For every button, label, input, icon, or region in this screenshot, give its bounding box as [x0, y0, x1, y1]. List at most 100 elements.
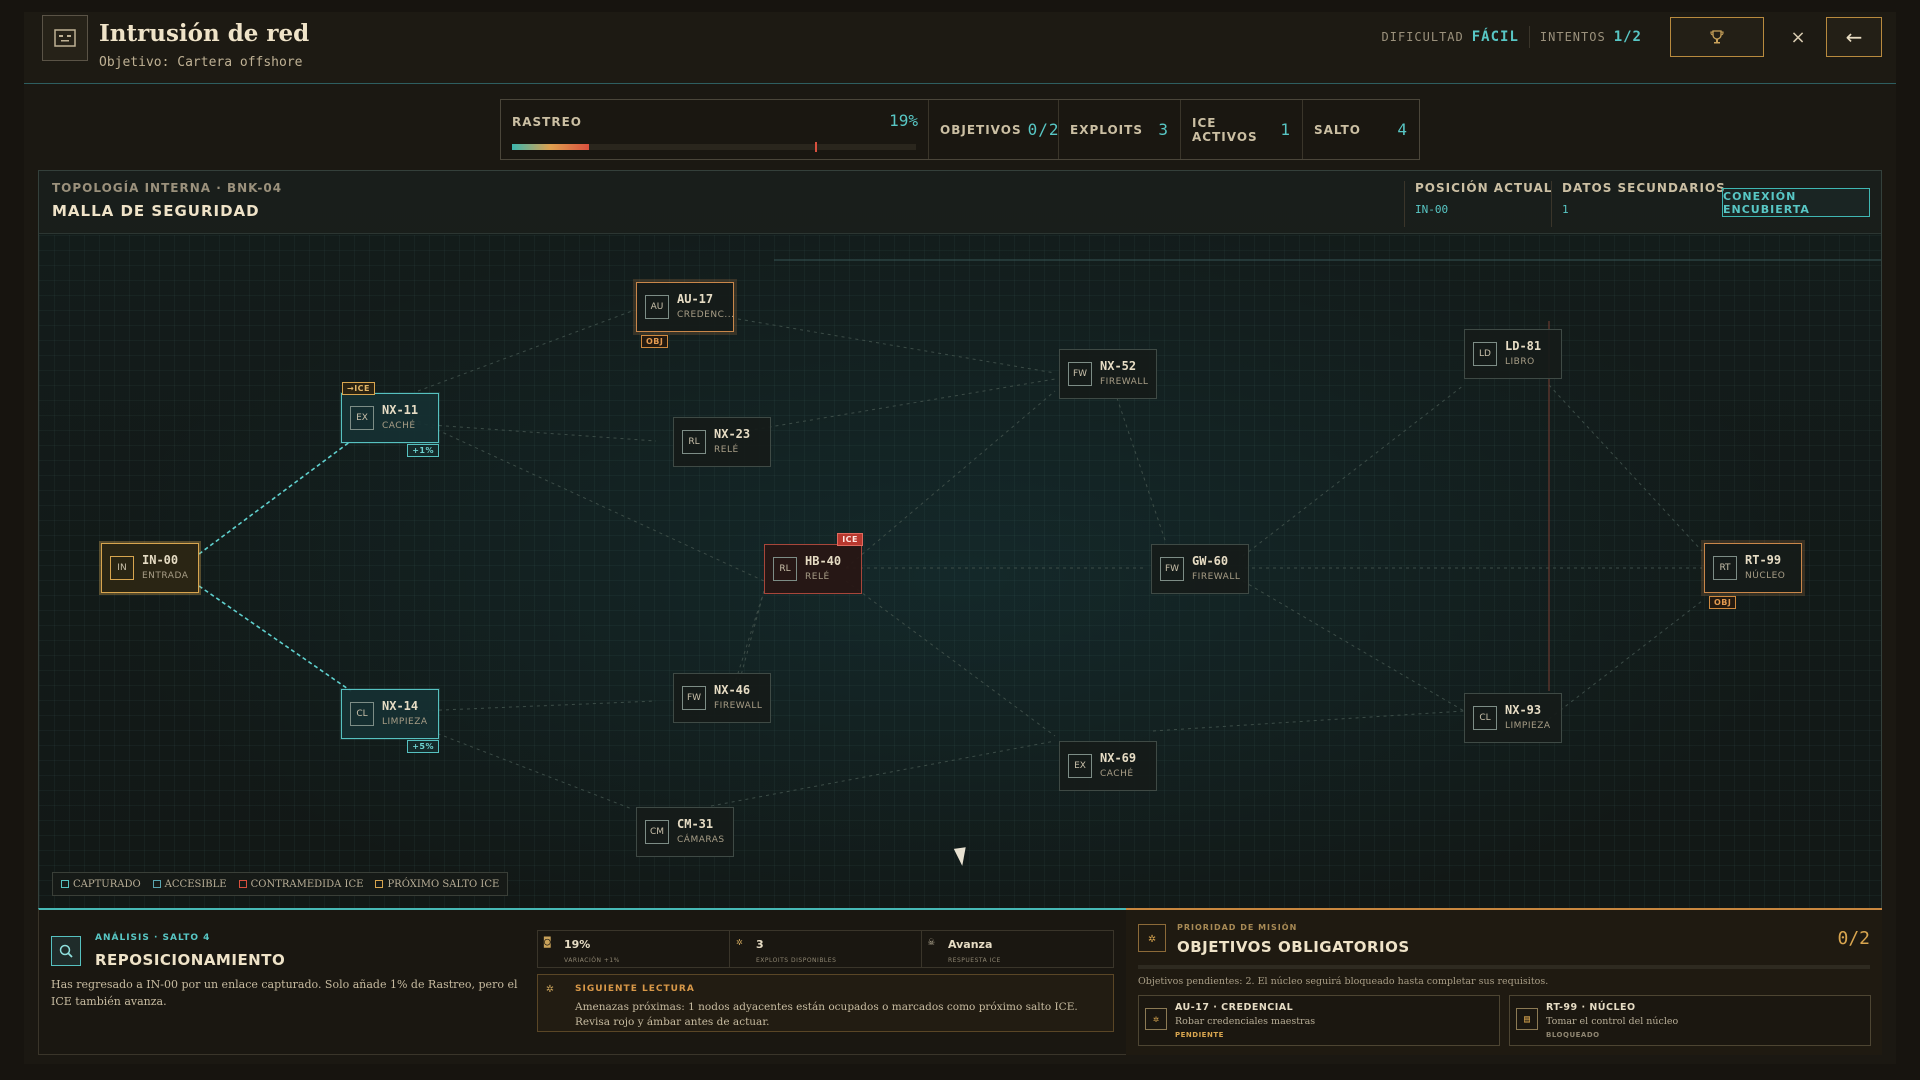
node-type: CACHÉ	[1100, 769, 1134, 779]
difficulty-label: DIFICULTAD	[1381, 30, 1464, 44]
node-id: NX-11	[382, 403, 419, 417]
node-type-icon: EX	[1068, 754, 1092, 778]
skull-icon: ☠	[928, 935, 935, 948]
node-nx-46[interactable]: FW NX-46 FIREWALL	[673, 673, 771, 723]
map-legend: CAPTURADO ACCESIBLE CONTRAMEDIDA ICE PRÓ…	[52, 872, 509, 896]
node-type-icon: CL	[1473, 706, 1497, 730]
objectives-kicker: PRIORIDAD DE MISIÓN	[1177, 923, 1298, 932]
next-reading: ✲ SIGUIENTE LECTURA Amenazas próximas: 1…	[537, 974, 1114, 1032]
objectives-note: Objetivos pendientes: 2. El núcleo segui…	[1138, 976, 1549, 987]
objective-card-core[interactable]: ▤ RT-99 · NÚCLEO Tomar el control del nú…	[1509, 995, 1871, 1046]
objective-badge: OBJ	[1709, 596, 1737, 609]
legend-next-ice: PRÓXIMO SALTO ICE	[375, 879, 499, 890]
header-controls: DIFICULTAD FÁCIL INTENTOS 1/2 × ←	[1372, 17, 1882, 57]
node-cm-31[interactable]: CM CM-31 CÁMARAS	[636, 807, 734, 857]
objective-status: BLOQUEADO	[1546, 1031, 1600, 1039]
exploits-value: 3	[1158, 120, 1169, 139]
masked-face-icon	[42, 15, 88, 61]
objectives-count: 0/2	[1837, 928, 1870, 949]
node-type: CÁMARAS	[677, 835, 725, 845]
ice-value: 1	[1280, 120, 1291, 139]
next-reading-text: Amenazas próximas: 1 nodos adyacentes es…	[575, 1001, 1078, 1028]
network-map: TOPOLOGÍA INTERNA · BNK-04 MALLA DE SEGU…	[38, 170, 1882, 910]
close-icon: ×	[1790, 26, 1806, 48]
node-hb-40[interactable]: RL HB-40 RELÉ ICE	[764, 533, 863, 594]
attempts-label: INTENTOS	[1539, 30, 1606, 44]
mask-icon: ◙	[544, 935, 551, 948]
node-type: RELÉ	[805, 572, 830, 582]
node-type-icon: LD	[1473, 342, 1497, 366]
node-in-00[interactable]: IN IN-00 ENTRADA	[101, 543, 199, 593]
metric-exploits-value: 3	[756, 938, 764, 951]
page-title: Intrusión de red	[99, 20, 310, 47]
trace-bonus-badge: +5%	[407, 740, 439, 753]
node-rt-99[interactable]: RT RT-99 NÚCLEO OBJ	[1704, 543, 1802, 609]
node-nx-23[interactable]: RL NX-23 RELÉ	[673, 417, 771, 467]
node-type: FIREWALL	[1192, 572, 1241, 582]
node-id: NX-69	[1100, 751, 1137, 765]
back-button[interactable]: ←	[1826, 17, 1882, 57]
node-nx-11[interactable]: EX NX-11 CACHÉ →ICE +1%	[341, 382, 439, 457]
objective-card-credential[interactable]: ✲ AU-17 · CREDENCIAL Robar credenciales …	[1138, 995, 1500, 1046]
legend-ice-swatch	[238, 880, 247, 888]
objective-status: PENDIENTE	[1175, 1031, 1224, 1039]
metric-trace-label: VARIACIÓN +1%	[564, 957, 620, 964]
mission-objective: Objetivo: Cartera offshore	[99, 55, 303, 70]
objective-desc: Robar credenciales maestras	[1175, 1016, 1316, 1027]
node-type: CREDENC...	[677, 310, 735, 320]
node-nx-93[interactable]: CL NX-93 LIMPIEZA	[1464, 693, 1562, 743]
node-nx-52[interactable]: FW NX-52 FIREWALL	[1059, 349, 1157, 399]
trace-bar-fill	[512, 144, 589, 150]
node-id: CM-31	[677, 817, 714, 831]
node-type: LIBRO	[1505, 357, 1535, 367]
bottom-panel: ANÁLISIS · SALTO 4 REPOSICIONAMIENTO Has…	[38, 908, 1882, 1055]
metric-exploits: ✲ 3 EXPLOITS DISPONIBLES	[730, 931, 922, 967]
legend-accessible-label: ACCESIBLE	[164, 878, 227, 890]
node-type-icon: IN	[110, 556, 134, 580]
trophy-button[interactable]	[1670, 17, 1764, 57]
node-type-icon: RL	[682, 430, 706, 454]
node-type: LIMPIEZA	[382, 717, 428, 727]
trace-bar	[512, 142, 916, 152]
objective-name: RT-99 · NÚCLEO	[1546, 1002, 1636, 1013]
node-ld-81[interactable]: LD LD-81 LIBRO	[1464, 329, 1562, 379]
node-type-icon: AU	[645, 295, 669, 319]
attempts-value: 1/2	[1613, 29, 1642, 45]
node-id: GW-60	[1192, 554, 1229, 568]
objectives-progress-bar	[1138, 965, 1870, 969]
jump-value: 4	[1397, 120, 1408, 139]
node-id: AU-17	[677, 292, 714, 306]
objectives-title: OBJETIVOS OBLIGATORIOS	[1177, 938, 1410, 956]
objective-desc: Tomar el control del núcleo	[1546, 1016, 1679, 1027]
difficulty-stat: DIFICULTAD FÁCIL	[1372, 26, 1529, 48]
metric-ice-label: RESPUESTA ICE	[948, 957, 1001, 964]
node-type-icon: FW	[1068, 362, 1092, 386]
node-type-icon: EX	[350, 406, 374, 430]
node-id: NX-46	[714, 683, 751, 697]
objective-name: AU-17 · CREDENCIAL	[1175, 1002, 1294, 1013]
node-id: NX-52	[1100, 359, 1137, 373]
exploits-stat: EXPLOITS 3	[1059, 100, 1181, 159]
ice-badge: ICE	[837, 533, 863, 546]
objectives-value: 0/2	[1027, 120, 1060, 139]
attempts-stat: INTENTOS 1/2	[1528, 26, 1652, 48]
trace-meter: RASTREO 19%	[501, 100, 929, 159]
node-nx-69[interactable]: EX NX-69 CACHÉ	[1059, 741, 1157, 791]
gear-icon: ✲	[1138, 924, 1166, 952]
node-id: RT-99	[1745, 553, 1782, 567]
objective-badge: OBJ	[641, 335, 669, 348]
close-button[interactable]: ×	[1778, 17, 1818, 57]
exploits-label: EXPLOITS	[1070, 122, 1143, 137]
analysis-text: Has regresado a IN-00 por un enlace capt…	[51, 978, 518, 1008]
node-id: LD-81	[1505, 339, 1542, 353]
difficulty-value: FÁCIL	[1471, 29, 1519, 45]
analysis-kicker: ANÁLISIS · SALTO 4	[95, 933, 211, 943]
server-icon: ▤	[1516, 1008, 1538, 1030]
next-ice-badge: →ICE	[342, 382, 376, 395]
node-nx-14[interactable]: CL NX-14 LIMPIEZA +5%	[341, 689, 439, 753]
objectives-panel: ✲ PRIORIDAD DE MISIÓN OBJETIVOS OBLIGATO…	[1126, 908, 1882, 1055]
status-bar: RASTREO 19% OBJETIVOS 0/2 EXPLOITS 3 ICE…	[500, 99, 1420, 160]
node-id: NX-14	[382, 699, 419, 713]
node-gw-60[interactable]: FW GW-60 FIREWALL	[1151, 544, 1249, 594]
node-au-17[interactable]: AU AU-17 CREDENC... OBJ	[636, 282, 735, 348]
